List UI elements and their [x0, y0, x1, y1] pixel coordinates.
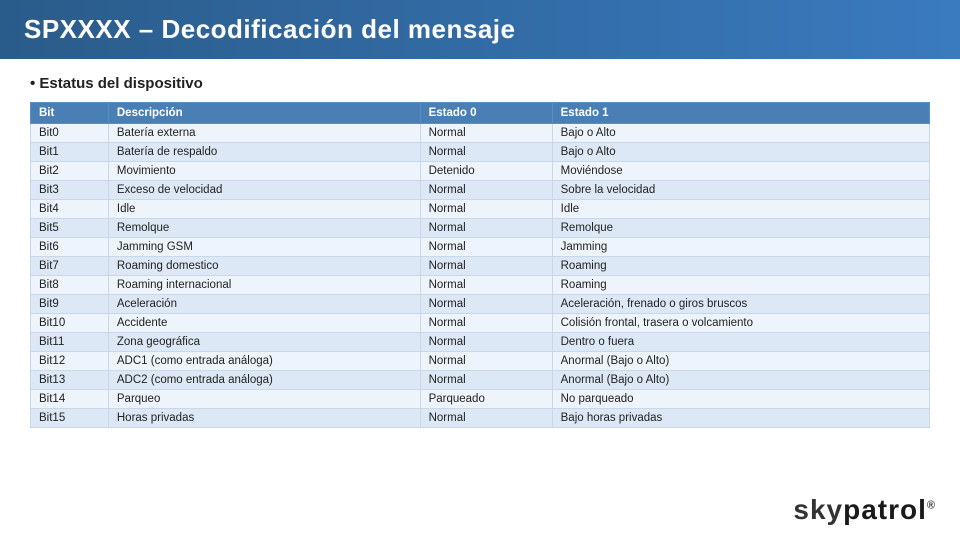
table-cell: ADC1 (como entrada análoga) — [108, 352, 420, 371]
table-row: Bit4IdleNormalIdle — [31, 200, 930, 219]
table-col-header: Estado 0 — [420, 103, 552, 124]
table-cell: Aceleración — [108, 295, 420, 314]
table-cell: Jamming GSM — [108, 238, 420, 257]
table-cell: Normal — [420, 200, 552, 219]
table-cell: Horas privadas — [108, 409, 420, 428]
table-cell: Roaming internacional — [108, 276, 420, 295]
table-cell: Roaming — [552, 257, 929, 276]
table-cell: Zona geográfica — [108, 333, 420, 352]
table-cell: Normal — [420, 333, 552, 352]
table-row: Bit14ParqueoParqueadoNo parqueado — [31, 390, 930, 409]
table-cell: Normal — [420, 352, 552, 371]
table-cell: Normal — [420, 238, 552, 257]
table-cell: Bit7 — [31, 257, 109, 276]
table-cell: Bit9 — [31, 295, 109, 314]
table-cell: Normal — [420, 219, 552, 238]
table-cell: Normal — [420, 409, 552, 428]
table-cell: Accidente — [108, 314, 420, 333]
table-cell: Bit1 — [31, 143, 109, 162]
table-header-row: BitDescripciónEstado 0Estado 1 — [31, 103, 930, 124]
table-cell: Anormal (Bajo o Alto) — [552, 371, 929, 390]
table-row: Bit8Roaming internacionalNormalRoaming — [31, 276, 930, 295]
table-cell: Bit15 — [31, 409, 109, 428]
table-row: Bit15Horas privadasNormalBajo horas priv… — [31, 409, 930, 428]
table-cell: Dentro o fuera — [552, 333, 929, 352]
table-cell: Remolque — [552, 219, 929, 238]
table-cell: Movimiento — [108, 162, 420, 181]
table-cell: Idle — [108, 200, 420, 219]
table-row: Bit13ADC2 (como entrada análoga)NormalAn… — [31, 371, 930, 390]
table-cell: Parqueado — [420, 390, 552, 409]
table-cell: Batería externa — [108, 124, 420, 143]
table-cell: Bit5 — [31, 219, 109, 238]
table-cell: Bit10 — [31, 314, 109, 333]
table-cell: Normal — [420, 181, 552, 200]
table-cell: Bajo o Alto — [552, 143, 929, 162]
table-cell: Exceso de velocidad — [108, 181, 420, 200]
skypatrol-logo: skypatrol® — [793, 494, 936, 526]
table-cell: Aceleración, frenado o giros bruscos — [552, 295, 929, 314]
table-cell: Bit14 — [31, 390, 109, 409]
table-col-header: Descripción — [108, 103, 420, 124]
table-row: Bit5RemolqueNormalRemolque — [31, 219, 930, 238]
table-cell: Bajo horas privadas — [552, 409, 929, 428]
table-cell: Bajo o Alto — [552, 124, 929, 143]
table-cell: Anormal (Bajo o Alto) — [552, 352, 929, 371]
table-cell: Normal — [420, 257, 552, 276]
table-cell: Normal — [420, 143, 552, 162]
table-cell: Bit8 — [31, 276, 109, 295]
table-cell: No parqueado — [552, 390, 929, 409]
table-col-header: Bit — [31, 103, 109, 124]
table-cell: Bit0 — [31, 124, 109, 143]
table-cell: Sobre la velocidad — [552, 181, 929, 200]
table-row: Bit10AccidenteNormalColisión frontal, tr… — [31, 314, 930, 333]
table-row: Bit11Zona geográficaNormalDentro o fuera — [31, 333, 930, 352]
table-cell: Bit12 — [31, 352, 109, 371]
header-bar: SPXXXX – Decodificación del mensaje — [0, 0, 960, 59]
logo-reg: ® — [927, 500, 936, 512]
section-label: • Estatus del dispositivo — [30, 75, 930, 92]
table-cell: Normal — [420, 124, 552, 143]
page-title: SPXXXX – Decodificación del mensaje — [24, 14, 936, 45]
table-cell: Moviéndose — [552, 162, 929, 181]
table-row: Bit2MovimientoDetenidoMoviéndose — [31, 162, 930, 181]
table-cell: Roaming — [552, 276, 929, 295]
table-cell: Batería de respaldo — [108, 143, 420, 162]
table-row: Bit0Batería externaNormalBajo o Alto — [31, 124, 930, 143]
footer-logo: skypatrol® — [793, 494, 936, 526]
message-table: BitDescripciónEstado 0Estado 1 Bit0Bater… — [30, 102, 930, 428]
table-cell: Bit2 — [31, 162, 109, 181]
table-cell: Bit6 — [31, 238, 109, 257]
table-cell: Idle — [552, 200, 929, 219]
table-cell: Bit13 — [31, 371, 109, 390]
table-cell: Normal — [420, 314, 552, 333]
table-cell: Bit11 — [31, 333, 109, 352]
table-cell: Normal — [420, 276, 552, 295]
table-row: Bit1Batería de respaldoNormalBajo o Alto — [31, 143, 930, 162]
table-cell: Detenido — [420, 162, 552, 181]
logo-sky: sky — [793, 494, 843, 525]
table-row: Bit7Roaming domesticoNormalRoaming — [31, 257, 930, 276]
table-col-header: Estado 1 — [552, 103, 929, 124]
table-cell: Normal — [420, 371, 552, 390]
table-cell: Colisión frontal, trasera o volcamiento — [552, 314, 929, 333]
table-cell: Roaming domestico — [108, 257, 420, 276]
table-cell: Bit4 — [31, 200, 109, 219]
table-row: Bit12ADC1 (como entrada análoga)NormalAn… — [31, 352, 930, 371]
main-content: • Estatus del dispositivo BitDescripción… — [0, 59, 960, 438]
table-row: Bit3Exceso de velocidadNormalSobre la ve… — [31, 181, 930, 200]
table-row: Bit6Jamming GSMNormalJamming — [31, 238, 930, 257]
logo-patrol: patrol — [843, 494, 927, 525]
table-cell: Normal — [420, 295, 552, 314]
table-cell: Bit3 — [31, 181, 109, 200]
table-row: Bit9AceleraciónNormalAceleración, frenad… — [31, 295, 930, 314]
table-cell: Remolque — [108, 219, 420, 238]
table-cell: Parqueo — [108, 390, 420, 409]
table-cell: Jamming — [552, 238, 929, 257]
table-cell: ADC2 (como entrada análoga) — [108, 371, 420, 390]
